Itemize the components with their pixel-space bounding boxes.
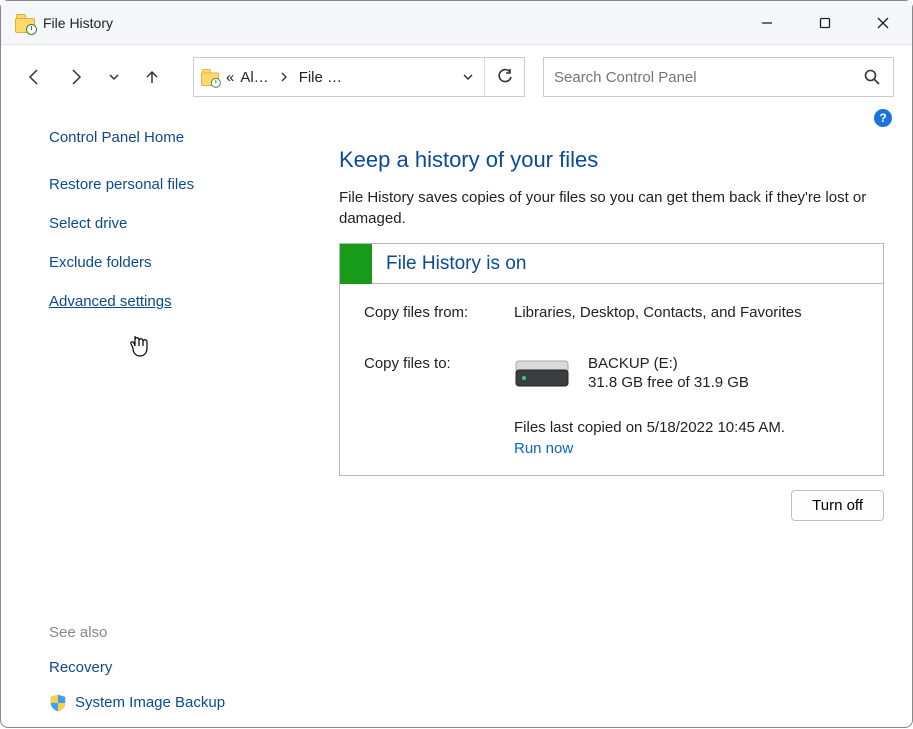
back-button[interactable]	[19, 62, 49, 92]
help-icon[interactable]: ?	[874, 109, 892, 127]
address-crumb-prefix: «	[226, 69, 234, 86]
address-crumb-2[interactable]: File …	[299, 69, 342, 86]
recent-locations-dropdown[interactable]	[103, 62, 125, 92]
up-button[interactable]	[137, 62, 167, 92]
forward-button[interactable]	[61, 62, 91, 92]
status-indicator-icon	[340, 244, 372, 284]
run-now-link[interactable]: Run now	[514, 440, 573, 457]
turn-off-button[interactable]: Turn off	[791, 490, 884, 521]
refresh-button[interactable]	[484, 58, 524, 96]
drive-name: BACKUP (E:)	[588, 355, 749, 372]
sidebar-link-restore[interactable]: Restore personal files	[49, 174, 285, 195]
address-dropdown-button[interactable]	[452, 58, 484, 96]
shield-icon	[49, 694, 67, 712]
content-area: ? Keep a history of your files File Hist…	[301, 109, 912, 729]
copy-from-label: Copy files from:	[364, 304, 514, 321]
copy-from-value: Libraries, Desktop, Contacts, and Favori…	[514, 304, 859, 321]
drive-icon	[514, 355, 570, 391]
sidebar-link-select-drive[interactable]: Select drive	[49, 213, 285, 234]
page-subtitle: File History saves copies of your files …	[339, 187, 884, 229]
title-bar: File History	[1, 1, 912, 45]
search-icon[interactable]	[863, 68, 883, 86]
search-box[interactable]	[543, 57, 894, 97]
drive-space: 31.8 GB free of 31.9 GB	[588, 374, 749, 391]
page-title: Keep a history of your files	[339, 147, 884, 173]
window-title: File History	[43, 15, 113, 31]
chevron-right-icon[interactable]	[275, 58, 293, 96]
control-panel-home-link[interactable]: Control Panel Home	[49, 129, 285, 146]
file-history-folder-icon	[15, 13, 35, 33]
maximize-button[interactable]	[796, 1, 854, 45]
sidebar-link-advanced-settings[interactable]: Advanced settings	[49, 291, 285, 312]
last-copied-text: Files last copied on 5/18/2022 10:45 AM.	[514, 419, 859, 436]
status-title: File History is on	[372, 253, 526, 275]
folder-icon	[201, 68, 219, 86]
address-crumb-1[interactable]: Al…	[240, 69, 268, 86]
copy-to-label: Copy files to:	[364, 355, 514, 391]
address-bar[interactable]: « Al… File …	[193, 57, 525, 97]
status-box: File History is on Copy files from: Libr…	[339, 243, 884, 476]
sidebar-link-recovery[interactable]: Recovery	[49, 657, 285, 678]
see-also-heading: See also	[49, 624, 285, 641]
search-input[interactable]	[554, 69, 863, 86]
minimize-button[interactable]	[738, 1, 796, 45]
sidebar-link-exclude-folders[interactable]: Exclude folders	[49, 252, 285, 273]
close-button[interactable]	[854, 1, 912, 45]
nav-bar: « Al… File …	[1, 45, 912, 109]
sidebar-link-system-image-backup[interactable]: System Image Backup	[75, 692, 225, 713]
sidebar: Control Panel Home Restore personal file…	[1, 109, 301, 729]
